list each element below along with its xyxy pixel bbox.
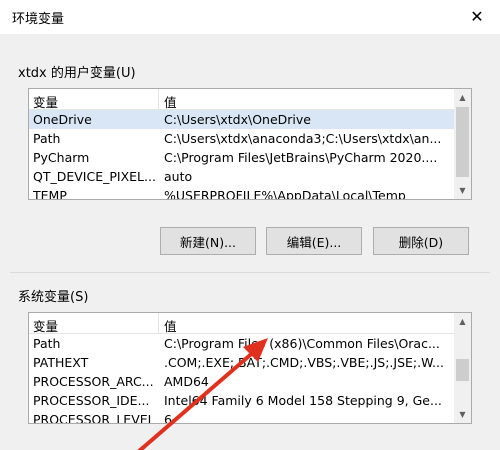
annotation-arrow-icon [137,338,268,450]
